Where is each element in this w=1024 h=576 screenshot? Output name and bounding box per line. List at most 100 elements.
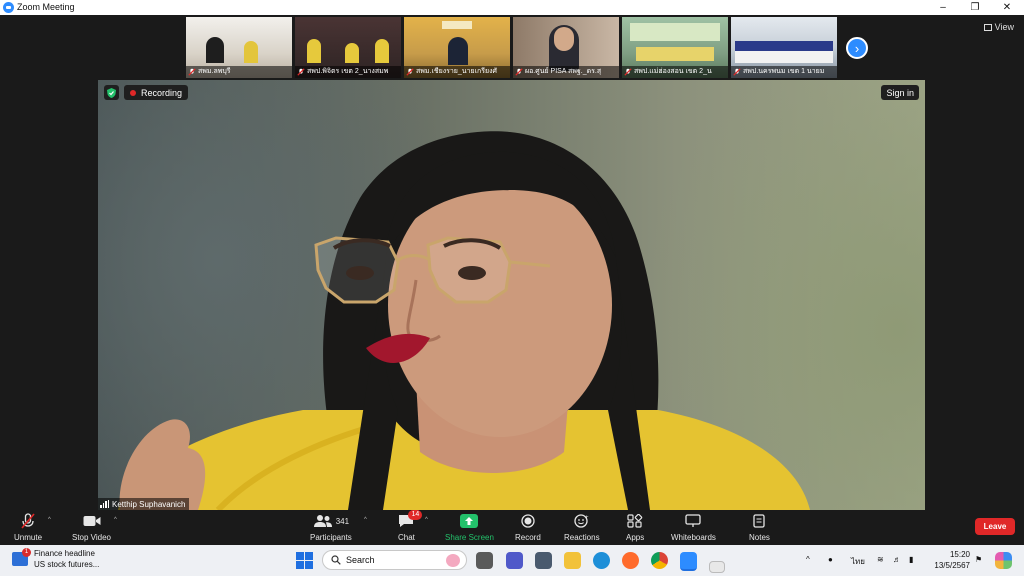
record-label: Record xyxy=(515,533,541,542)
chrome-icon[interactable] xyxy=(651,552,668,569)
muted-mic-icon xyxy=(20,512,36,530)
audio-options-caret-icon[interactable]: ^ xyxy=(48,517,51,523)
muted-mic-icon xyxy=(515,68,523,76)
thumbnail-name: สพม.เชียงราย_นายเกรียงศั xyxy=(404,66,510,78)
news-subtitle: US stock futures... xyxy=(34,560,100,569)
edge-browser-icon[interactable] xyxy=(593,552,610,569)
muted-mic-icon xyxy=(188,68,196,76)
search-placeholder: Search xyxy=(346,555,375,565)
wifi-icon[interactable]: ≋ xyxy=(877,555,884,564)
view-button[interactable]: View xyxy=(983,22,1014,32)
chat-button[interactable]: 14 Chat xyxy=(398,510,423,542)
meeting-toolbar: Unmute ^ Stop Video ^ 341 Participants ^… xyxy=(0,510,1024,545)
stop-video-button[interactable]: Stop Video xyxy=(72,512,111,542)
whiteboard-icon xyxy=(685,512,702,530)
whiteboards-label: Whiteboards xyxy=(671,533,716,542)
participants-button[interactable]: 341 Participants xyxy=(310,512,352,542)
chat-caret-icon[interactable]: ^ xyxy=(425,517,428,523)
participant-thumbnail[interactable]: สพป.พิจิตร เขต 2_นางสมพ xyxy=(295,17,401,78)
sign-in-label: Sign in xyxy=(886,87,914,98)
copilot-icon[interactable] xyxy=(995,552,1012,569)
recording-dot-icon xyxy=(130,89,136,96)
file-explorer-icon[interactable] xyxy=(564,552,581,569)
recording-label: Recording xyxy=(141,87,183,98)
active-speaker-video: Recording Sign in Ketthip Suphavanich xyxy=(98,80,925,510)
sign-in-button[interactable]: Sign in xyxy=(881,85,919,100)
zoom-app-icon[interactable] xyxy=(680,552,697,571)
muted-mic-icon xyxy=(733,68,741,76)
svg-text:+: + xyxy=(585,515,589,521)
participant-thumbnail[interactable]: สพม.เชียงราย_นายเกรียงศั xyxy=(404,17,510,78)
taskbar-search-box[interactable]: Search xyxy=(322,550,467,570)
calendar-icon[interactable] xyxy=(709,561,725,573)
speaker-name: Ketthip Suphavanich xyxy=(112,499,186,509)
minimize-button[interactable]: – xyxy=(928,0,958,15)
apps-button[interactable]: Apps xyxy=(626,512,644,542)
news-badge: 1 xyxy=(22,548,31,557)
restore-button[interactable]: ❐ xyxy=(960,0,990,15)
speaker-name-tag: Ketthip Suphavanich xyxy=(98,498,190,510)
volume-icon[interactable]: ♬ xyxy=(893,555,901,564)
record-button[interactable]: Record xyxy=(515,512,541,542)
windows-start-icon[interactable] xyxy=(296,552,313,569)
teams-icon[interactable] xyxy=(506,552,523,569)
thumbnail-name: สพป.พิจิตร เขต 2_นางสมพ xyxy=(295,66,401,78)
muted-mic-icon xyxy=(624,68,632,76)
chat-badge: 14 xyxy=(408,510,423,520)
unmute-label: Unmute xyxy=(14,533,43,542)
search-highlight-icon xyxy=(446,554,460,567)
search-icon xyxy=(331,555,341,565)
video-options-caret-icon[interactable]: ^ xyxy=(114,517,117,523)
recording-indicator[interactable]: Recording xyxy=(124,85,189,100)
reactions-label: Reactions xyxy=(564,533,600,542)
record-icon xyxy=(521,512,535,530)
system-clock[interactable]: 15:20 13/5/2567 xyxy=(928,549,970,571)
notifications-icon[interactable]: ⚑ xyxy=(975,555,982,564)
participant-thumbnail[interactable]: สพป.แม่ฮ่องสอน เขต 2_น xyxy=(622,17,728,78)
task-view-icon[interactable] xyxy=(476,552,493,569)
thumbnail-name: สพม.ลพบุรี xyxy=(186,66,292,78)
muted-mic-icon xyxy=(297,68,305,76)
notes-icon xyxy=(752,512,766,530)
share-screen-icon xyxy=(460,512,479,530)
leave-label: Leave xyxy=(983,522,1007,531)
unmute-button[interactable]: Unmute xyxy=(14,512,42,542)
participant-thumbnail[interactable]: สพม.ลพบุรี xyxy=(186,17,292,78)
apps-label: Apps xyxy=(626,533,645,542)
language-indicator[interactable]: ไทย xyxy=(851,555,865,568)
participant-thumbnail[interactable]: ผอ.ศูนย์ PISA สพฐ._ดร.สุ xyxy=(513,17,619,78)
close-button[interactable]: ✕ xyxy=(992,0,1022,15)
participant-thumbnail[interactable]: สพป.นครพนม เขต 1 นายม xyxy=(731,17,837,78)
stop-video-label: Stop Video xyxy=(72,533,111,542)
reactions-smiley-icon: + xyxy=(574,512,590,530)
leave-button[interactable]: Leave xyxy=(975,518,1015,535)
thumbnail-name: สพป.นครพนม เขต 1 นายม xyxy=(731,66,837,78)
share-screen-label: Share Screen xyxy=(445,533,494,542)
thumbnail-name: สพป.แม่ฮ่องสอน เขต 2_น xyxy=(622,66,728,78)
next-page-button[interactable]: › xyxy=(846,37,868,59)
view-label: View xyxy=(994,22,1014,32)
signal-strength-icon xyxy=(100,500,109,508)
participants-icon: 341 xyxy=(313,512,349,530)
share-screen-button[interactable]: Share Screen xyxy=(445,512,494,542)
mail-icon[interactable] xyxy=(535,552,552,569)
window-title: Zoom Meeting xyxy=(17,2,75,12)
video-camera-icon xyxy=(83,512,101,530)
chat-label: Chat xyxy=(398,533,415,542)
chat-icon: 14 xyxy=(398,510,423,530)
battery-icon[interactable]: ▮ xyxy=(909,555,913,564)
grid-view-icon xyxy=(983,23,992,31)
whiteboards-button[interactable]: Whiteboards xyxy=(671,512,716,542)
encryption-shield-icon[interactable] xyxy=(104,85,119,100)
reactions-button[interactable]: + Reactions xyxy=(564,512,600,542)
participants-count: 341 xyxy=(335,516,350,526)
apps-icon xyxy=(627,512,643,530)
speaker-image xyxy=(118,131,810,510)
show-hidden-icons-caret-icon[interactable]: ^ xyxy=(806,555,810,564)
windows-taskbar: 1 Finance headline US stock futures... S… xyxy=(0,545,1024,576)
participants-caret-icon[interactable]: ^ xyxy=(364,517,367,523)
firefox-icon[interactable] xyxy=(622,552,639,569)
notes-button[interactable]: Notes xyxy=(749,512,770,542)
microphone-icon[interactable]: ● xyxy=(828,555,833,564)
clock-time: 15:20 xyxy=(949,550,970,559)
